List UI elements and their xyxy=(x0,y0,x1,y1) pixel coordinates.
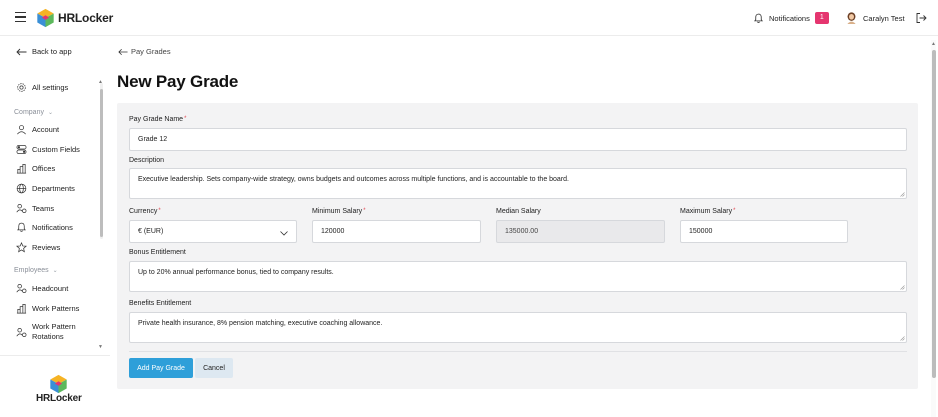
top-bar: HRLocker Notifications 1 Caralyn Test xyxy=(0,0,938,36)
sidebar-item-label: Departments xyxy=(32,184,75,193)
page-scrollbar-thumb[interactable] xyxy=(932,50,936,378)
bell-icon xyxy=(754,13,763,23)
sidebar-item-account[interactable]: Account xyxy=(16,124,59,135)
sidebar-item-work-patterns[interactable]: Work Patterns xyxy=(16,303,79,314)
description-label: Description xyxy=(129,157,165,164)
sidebar-item-label: Account xyxy=(32,125,60,134)
sidebar-item-work-pattern-rotations[interactable]: Work Pattern Rotations xyxy=(16,322,96,342)
currency-select[interactable]: € (EUR) xyxy=(129,220,297,243)
arrow-left-icon xyxy=(16,48,27,55)
resize-handle-icon[interactable] xyxy=(900,285,905,290)
brand-name: HRLocker xyxy=(58,11,114,25)
sidebar-item-label: Work Patterns xyxy=(32,304,80,313)
sidebar-item-teams[interactable]: Teams xyxy=(16,203,54,214)
pay-grade-name-label: Pay Grade Name* xyxy=(129,116,187,123)
bonus-entitlement-text: Up to 20% annual performance bonus, tied… xyxy=(138,269,334,276)
people-icon xyxy=(16,284,27,293)
chevron-down-icon: ⌄ xyxy=(47,110,53,116)
scroll-down-arrow-icon[interactable]: ▼ xyxy=(98,344,103,350)
currency-label: Currency* xyxy=(129,208,161,215)
description-text: Executive leadership. Sets company-wide … xyxy=(138,176,569,183)
breadcrumb-label: Pay Grades xyxy=(131,47,171,56)
gear-icon xyxy=(17,83,26,92)
user-name: Caralyn Test xyxy=(863,13,905,23)
building-icon xyxy=(16,164,27,174)
hrlocker-logo-icon[interactable] xyxy=(36,8,55,28)
sidebar-item-label: Work Pattern Rotations xyxy=(32,322,76,341)
bar-chart-icon xyxy=(16,304,27,314)
sidebar-item-notifications[interactable]: Notifications xyxy=(16,222,73,233)
sidebar-item-label: Reviews xyxy=(32,243,61,252)
sidebar-item-label: Offices xyxy=(32,164,56,173)
sidebar-brand-name: HRLocker xyxy=(36,393,82,404)
bonus-entitlement-textarea[interactable]: Up to 20% annual performance bonus, tied… xyxy=(129,261,907,292)
required-asterisk: * xyxy=(158,208,161,214)
sidebar-divider xyxy=(0,355,110,356)
description-textarea[interactable]: Executive leadership. Sets company-wide … xyxy=(129,168,907,199)
hrlocker-logo-icon xyxy=(50,374,67,394)
breadcrumb[interactable]: Pay Grades xyxy=(118,47,171,56)
sidebar-item-label: All settings xyxy=(32,83,69,92)
notifications-label: Notifications xyxy=(769,13,810,23)
sidebar-item-label: Notifications xyxy=(32,223,73,232)
minimum-salary-label: Minimum Salary* xyxy=(312,208,366,215)
median-salary-label: Median Salary xyxy=(496,208,541,215)
resize-handle-icon[interactable] xyxy=(900,192,905,197)
star-icon xyxy=(16,242,27,253)
back-to-app-label: Back to app xyxy=(32,47,72,56)
benefits-entitlement-text: Private health insurance, 8% pension mat… xyxy=(138,320,383,327)
avatar xyxy=(847,12,856,24)
section-employees[interactable]: Employees ⌄ xyxy=(14,267,58,274)
logout-icon[interactable] xyxy=(915,12,927,24)
resize-handle-icon[interactable] xyxy=(900,336,905,341)
required-asterisk: * xyxy=(184,116,187,122)
back-to-app-link[interactable]: Back to app xyxy=(16,47,72,56)
user-menu[interactable]: Caralyn Test xyxy=(846,11,905,25)
required-asterisk: * xyxy=(363,208,366,214)
benefits-entitlement-label: Benefits Entitlement xyxy=(129,300,192,307)
settings-sidebar: Back to app All settings Company ⌄ Accoun… xyxy=(0,37,110,417)
sidebar-item-headcount[interactable]: Headcount xyxy=(16,283,68,294)
menu-icon[interactable] xyxy=(15,12,26,22)
median-salary-input: 135000.00 xyxy=(496,220,665,243)
sidebar-item-label: Custom Fields xyxy=(32,145,80,154)
maximum-salary-label: Maximum Salary* xyxy=(680,208,736,215)
toggles-icon xyxy=(16,145,27,154)
rotation-team-icon xyxy=(16,327,27,337)
sidebar-item-custom-fields[interactable]: Custom Fields xyxy=(16,144,80,155)
arrow-left-icon xyxy=(118,48,128,55)
sidebar-item-label: Teams xyxy=(32,204,55,213)
user-icon xyxy=(17,125,26,135)
add-pay-grade-button[interactable]: Add Pay Grade xyxy=(129,358,193,378)
required-asterisk: * xyxy=(733,208,736,214)
chevron-down-icon xyxy=(280,231,288,236)
form-divider xyxy=(129,351,907,352)
team-icon xyxy=(16,204,27,213)
cancel-button[interactable]: Cancel xyxy=(195,358,233,378)
notifications-count-badge: 1 xyxy=(814,12,829,24)
bell-icon xyxy=(17,222,26,232)
sidebar-item-offices[interactable]: Offices xyxy=(16,163,55,174)
scroll-up-arrow-icon[interactable]: ▲ xyxy=(931,41,936,47)
minimum-salary-input[interactable]: 120000 xyxy=(312,220,481,243)
sidebar-item-all-settings[interactable]: All settings xyxy=(16,82,68,93)
section-company[interactable]: Company ⌄ xyxy=(14,109,53,116)
currency-value: € (EUR) xyxy=(138,228,164,235)
sidebar-item-reviews[interactable]: Reviews xyxy=(16,242,60,253)
bonus-entitlement-label: Bonus Entitlement xyxy=(129,249,186,256)
sidebar-item-label: Headcount xyxy=(32,284,69,293)
maximum-salary-input[interactable]: 150000 xyxy=(680,220,848,243)
globe-icon xyxy=(16,183,27,194)
sidebar-scrollbar-thumb[interactable] xyxy=(100,89,103,237)
benefits-entitlement-textarea[interactable]: Private health insurance, 8% pension mat… xyxy=(129,312,907,343)
pay-grade-name-input[interactable]: Grade 12 xyxy=(129,128,907,151)
page-title: New Pay Grade xyxy=(117,72,239,91)
notifications-button[interactable]: Notifications 1 xyxy=(753,11,829,25)
section-company-label: Company xyxy=(14,109,44,116)
sidebar-item-departments[interactable]: Departments xyxy=(16,183,75,194)
chevron-down-icon: ⌄ xyxy=(52,268,58,274)
section-employees-label: Employees xyxy=(14,267,49,274)
